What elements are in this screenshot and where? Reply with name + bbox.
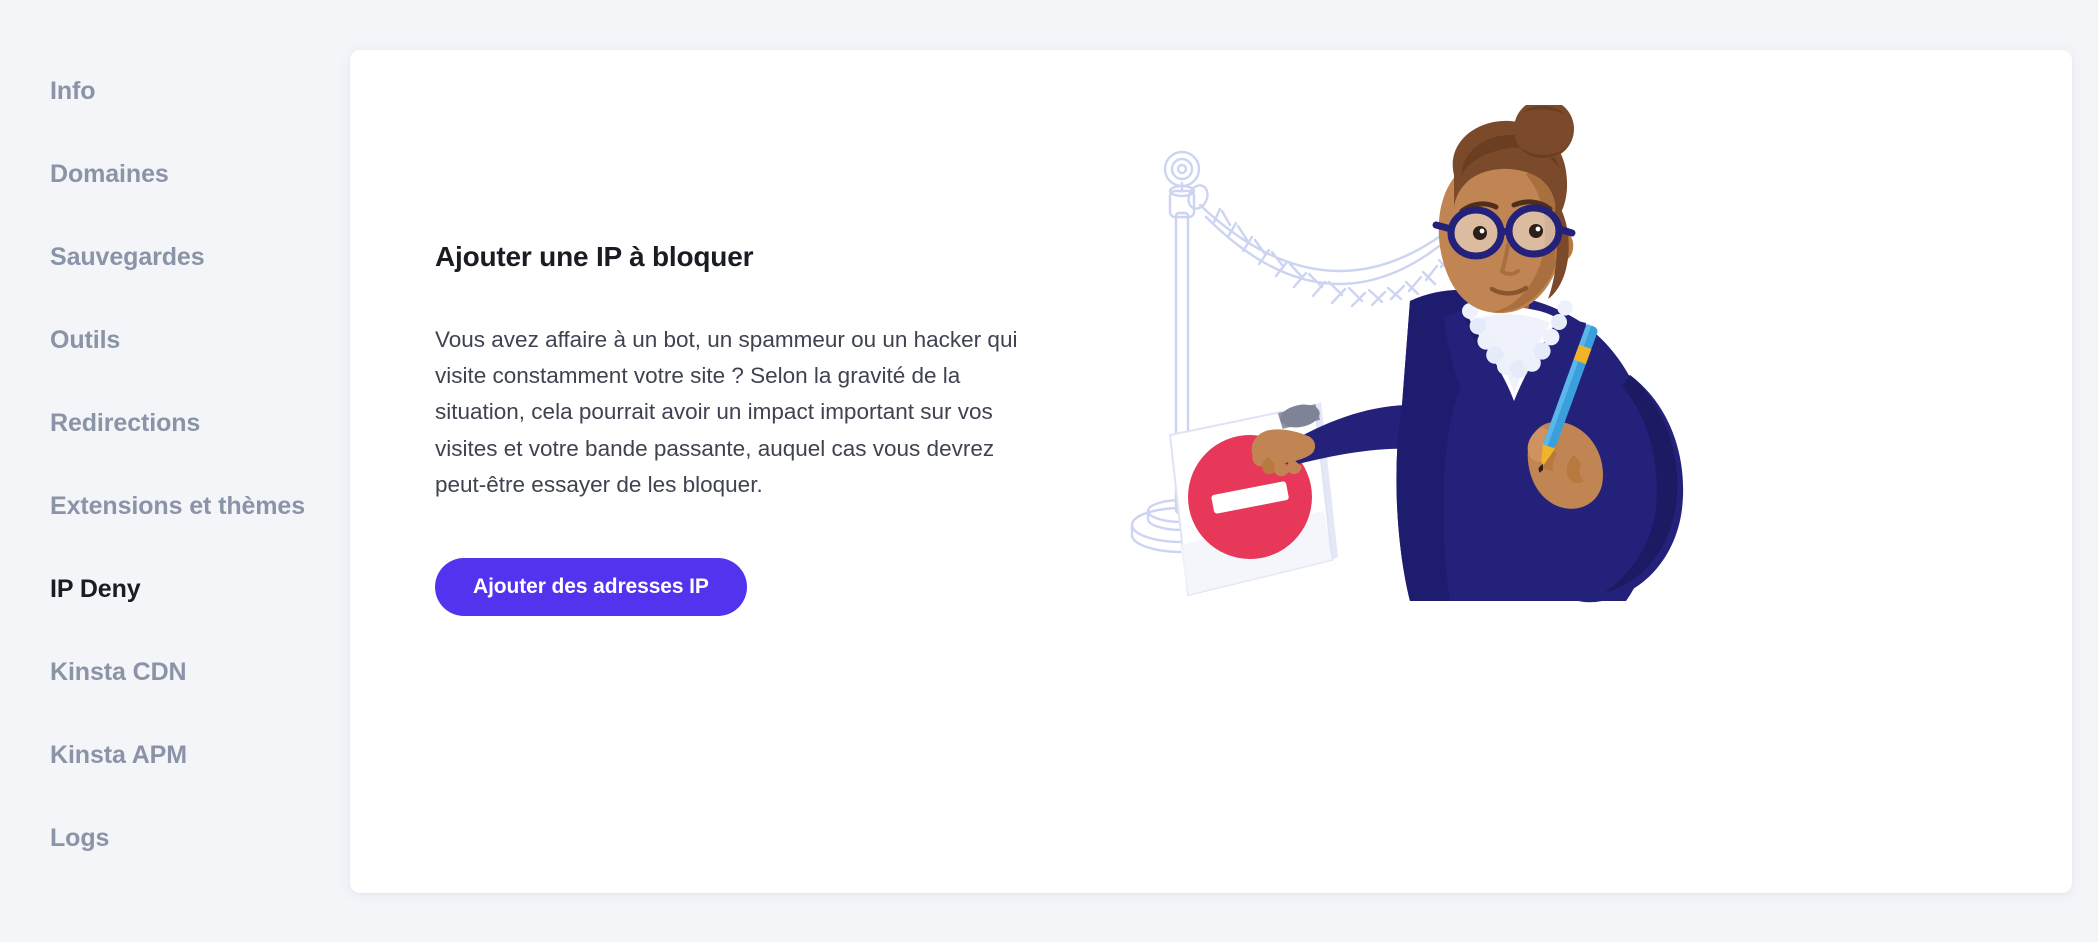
sidebar-item-label: Extensions et thèmes: [50, 492, 306, 520]
sidebar-item-redirections[interactable]: Redirections: [0, 382, 350, 465]
ip-deny-empty-state-card: Ajouter une IP à bloquer Vous avez affai…: [350, 50, 2072, 893]
sidebar-item-label: Redirections: [50, 409, 201, 437]
sidebar-item-outils[interactable]: Outils: [0, 299, 350, 382]
sidebar-item-label: Kinsta APM: [50, 741, 187, 769]
sidebar-item-label: Domaines: [50, 160, 169, 188]
empty-state-text-column: Ajouter une IP à bloquer Vous avez affai…: [435, 240, 1075, 616]
sidebar-item-label: Outils: [50, 326, 121, 354]
sidebar-item-label: Logs: [50, 824, 110, 852]
sidebar-item-domaines[interactable]: Domaines: [0, 133, 350, 216]
sidebar-item-sauvegardes[interactable]: Sauvegardes: [0, 216, 350, 299]
illustration-svg: [1130, 105, 1684, 603]
sidebar-item-ip-deny[interactable]: IP Deny: [0, 548, 350, 631]
add-ip-addresses-button[interactable]: Ajouter des adresses IP: [435, 557, 747, 616]
app-root: Info Domaines Sauvegardes Outils Redirec…: [0, 0, 2098, 942]
card-inner: Ajouter une IP à bloquer Vous avez affai…: [350, 50, 2072, 893]
sidebar-item-info[interactable]: Info: [0, 50, 350, 133]
sidebar-item-label: IP Deny: [50, 575, 141, 603]
ip-deny-illustration: [1110, 105, 1810, 625]
description-text: Vous avez affaire à un bot, un spammeur …: [435, 326, 1018, 498]
head: [1432, 105, 1576, 314]
sidebar-item-label: Info: [50, 77, 96, 105]
sidebar-item-logs[interactable]: Logs: [0, 797, 350, 880]
sidebar-item-extensions-et-themes[interactable]: Extensions et thèmes: [0, 465, 350, 548]
sidebar-item-kinsta-apm[interactable]: Kinsta APM: [0, 714, 350, 797]
page-title: Ajouter une IP à bloquer: [435, 241, 754, 272]
sidebar: Info Domaines Sauvegardes Outils Redirec…: [0, 0, 350, 942]
sidebar-item-label: Sauvegardes: [50, 243, 205, 271]
sidebar-item-label: Kinsta CDN: [50, 658, 187, 686]
sidebar-item-kinsta-cdn[interactable]: Kinsta CDN: [0, 631, 350, 714]
sidebar-nav-list: Info Domaines Sauvegardes Outils Redirec…: [0, 50, 350, 880]
